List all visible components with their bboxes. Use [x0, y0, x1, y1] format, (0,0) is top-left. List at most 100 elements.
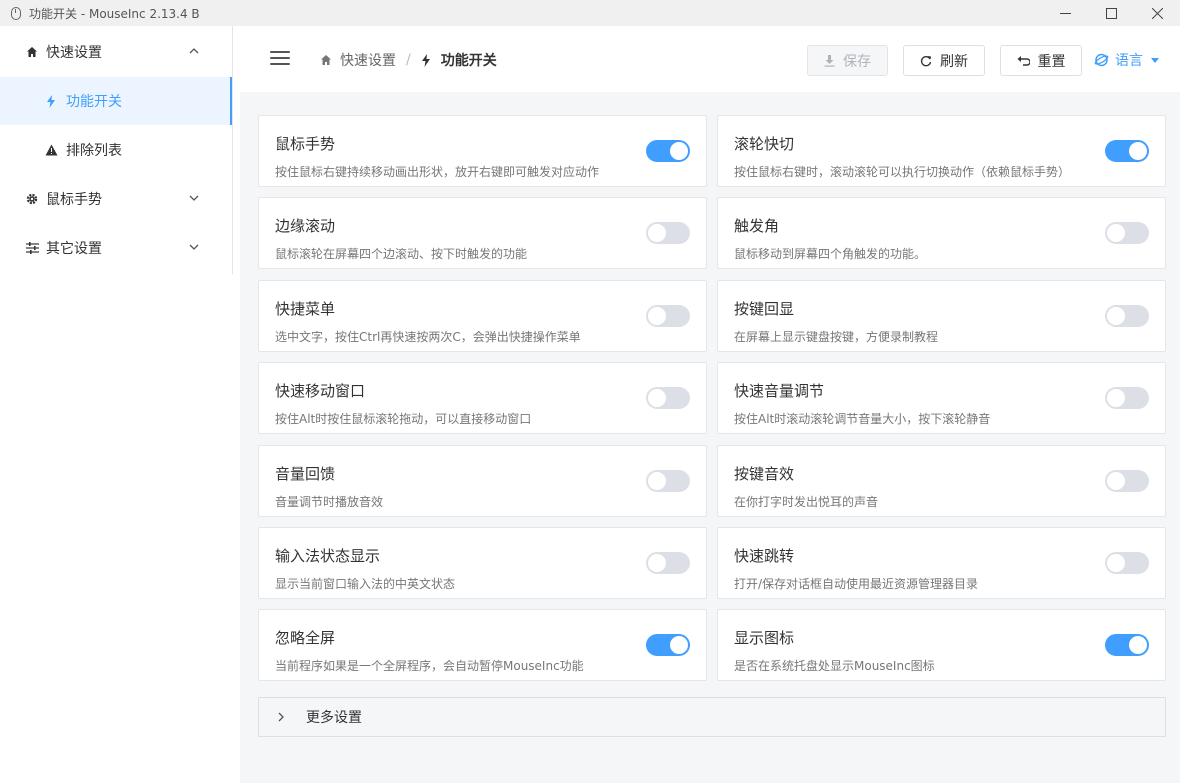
minimize-icon — [1059, 12, 1071, 14]
maximize-button[interactable] — [1088, 0, 1134, 26]
toggle-knob — [1107, 307, 1125, 325]
home-icon — [25, 45, 39, 59]
toggle-knob — [1107, 224, 1125, 242]
feature-toggle[interactable] — [646, 305, 690, 327]
download-icon — [824, 54, 835, 67]
sidebar-item-label: 其它设置 — [46, 241, 102, 257]
caret-down-icon — [1151, 57, 1159, 63]
feature-title: 忽略全屏 — [275, 629, 336, 647]
minimize-button[interactable] — [1042, 0, 1088, 26]
breadcrumb-item[interactable]: 快速设置 — [340, 50, 396, 70]
feature-description: 是否在系统托盘处显示MouseInc图标 — [734, 659, 935, 673]
feature-title: 按键回显 — [734, 300, 795, 318]
lightning-icon — [44, 94, 58, 108]
toggle-knob — [1107, 554, 1125, 572]
undo-icon — [1017, 55, 1030, 66]
feature-toggle[interactable] — [1105, 222, 1149, 244]
feature-description: 按住鼠标右键持续移动画出形状，放开右键即可触发对应动作 — [275, 165, 600, 179]
feature-card: 输入法状态显示显示当前窗口输入法的中英文状态 — [258, 527, 707, 599]
feature-toggle[interactable] — [646, 552, 690, 574]
save-button[interactable]: 保存 — [807, 45, 888, 76]
chevron-down-icon — [188, 241, 200, 253]
feature-toggle[interactable] — [646, 634, 690, 656]
sidebar-item-exclude-list[interactable]: 排除列表 — [0, 126, 232, 174]
feature-title: 触发角 — [734, 217, 780, 235]
feature-description: 按住鼠标右键时，滚动滚轮可以执行切换动作（依赖鼠标手势） — [734, 165, 1071, 179]
toggle-knob — [670, 636, 688, 654]
breadcrumb-separator: / — [406, 52, 411, 68]
header: 快速设置 / 功能开关 保存 刷新 重置 语言 — [240, 26, 1180, 92]
feature-toggle[interactable] — [1105, 140, 1149, 162]
feature-toggle[interactable] — [1105, 634, 1149, 656]
feature-title: 显示图标 — [734, 629, 795, 647]
toggle-knob — [648, 472, 666, 490]
reset-label: 重置 — [1037, 53, 1066, 70]
sidebar-item-quick-settings[interactable]: 快速设置 — [0, 28, 232, 76]
more-settings-collapse[interactable]: 更多设置 — [258, 697, 1166, 737]
feature-card: 按键回显在屏幕上显示键盘按键，方便录制教程 — [717, 280, 1166, 352]
feature-card: 滚轮快切按住鼠标右键时，滚动滚轮可以执行切换动作（依赖鼠标手势） — [717, 115, 1166, 187]
reset-button[interactable]: 重置 — [1000, 45, 1082, 76]
toggle-knob — [1129, 636, 1147, 654]
feature-title: 快速移动窗口 — [275, 382, 366, 400]
title-bar: 功能开关 - MouseInc 2.13.4 B — [0, 0, 1180, 26]
more-settings-label: 更多设置 — [306, 710, 362, 726]
toggle-knob — [648, 307, 666, 325]
gear-icon — [25, 192, 39, 206]
close-button[interactable] — [1134, 0, 1180, 26]
maximize-icon — [1105, 7, 1117, 19]
feature-title: 快速跳转 — [734, 547, 795, 565]
toggle-knob — [648, 389, 666, 407]
feature-toggle[interactable] — [646, 387, 690, 409]
lightning-icon — [421, 53, 433, 67]
menu-toggle-icon[interactable] — [270, 51, 290, 67]
active-indicator — [230, 77, 232, 125]
feature-card: 快速跳转 打开/保存对话框自动使用最近资源管理器目录 — [717, 527, 1166, 599]
refresh-button[interactable]: 刷新 — [903, 45, 985, 76]
feature-toggle[interactable] — [1105, 387, 1149, 409]
feature-toggle[interactable] — [1105, 470, 1149, 492]
sidebar-item-label: 排除列表 — [66, 143, 122, 159]
feature-title: 边缘滚动 — [275, 217, 336, 235]
feature-title: 快速音量调节 — [734, 382, 825, 400]
window-title: 功能开关 - MouseInc 2.13.4 B — [29, 6, 200, 21]
toggle-knob — [670, 142, 688, 160]
chevron-down-icon — [188, 192, 200, 204]
sidebar-item-label: 快速设置 — [46, 45, 102, 61]
sidebar-item-feature-switch[interactable]: 功能开关 — [0, 77, 232, 125]
feature-description: 当前程序如果是一个全屏程序，会自动暂停MouseInc功能 — [275, 659, 584, 673]
window-controls — [1042, 0, 1180, 26]
feature-description: 鼠标移动到屏幕四个角触发的功能。 — [734, 247, 927, 261]
globe-icon — [1094, 53, 1109, 67]
feature-card: 忽略全屏当前程序如果是一个全屏程序，会自动暂停MouseInc功能 — [258, 609, 707, 681]
sidebar: 快速设置 功能开关 排除列表 鼠标手势 其它设置 — [0, 26, 233, 783]
main-content: 快速设置 / 功能开关 保存 刷新 重置 语言 鼠标手势 按住鼠标右键持续移动画… — [240, 26, 1180, 783]
feature-card: 显示图标是否在系统托盘处显示MouseInc图标 — [717, 609, 1166, 681]
feature-title: 滚轮快切 — [734, 135, 795, 153]
toggle-knob — [648, 554, 666, 572]
feature-card: 快速音量调节按住Alt时滚动滚轮调节音量大小，按下滚轮静音 — [717, 362, 1166, 434]
feature-toggle[interactable] — [646, 222, 690, 244]
feature-toggle[interactable] — [646, 470, 690, 492]
toggle-knob — [1107, 389, 1125, 407]
toggle-knob — [1129, 142, 1147, 160]
feature-description: 按住Alt时按住鼠标滚轮拖动，可以直接移动窗口 — [275, 412, 532, 426]
feature-toggle[interactable] — [1105, 552, 1149, 574]
sidebar-item-mouse-gesture[interactable]: 鼠标手势 — [0, 175, 232, 223]
feature-description: 按住Alt时滚动滚轮调节音量大小，按下滚轮静音 — [734, 412, 991, 426]
feature-title: 快捷菜单 — [275, 300, 336, 318]
feature-description: 显示当前窗口输入法的中英文状态 — [275, 577, 456, 591]
language-dropdown[interactable]: 语言 — [1094, 50, 1159, 70]
feature-title: 音量回馈 — [275, 465, 336, 483]
feature-card: 快捷菜单 选中文字，按住Ctrl再快速按两次C，会弹出快捷操作菜单 — [258, 280, 707, 352]
feature-card: 按键音效 在你打字时发出悦耳的声音 — [717, 445, 1166, 517]
refresh-icon — [920, 55, 932, 67]
sidebar-item-other-settings[interactable]: 其它设置 — [0, 224, 232, 272]
feature-toggle[interactable] — [1105, 305, 1149, 327]
feature-toggle[interactable] — [646, 140, 690, 162]
language-label: 语言 — [1115, 53, 1143, 69]
breadcrumb-current: 功能开关 — [440, 53, 497, 69]
feature-title: 输入法状态显示 — [275, 547, 381, 565]
feature-card: 边缘滚动 鼠标滚轮在屏幕四个边滚动、按下时触发的功能 — [258, 197, 707, 269]
feature-description: 在屏幕上显示键盘按键，方便录制教程 — [734, 330, 939, 344]
